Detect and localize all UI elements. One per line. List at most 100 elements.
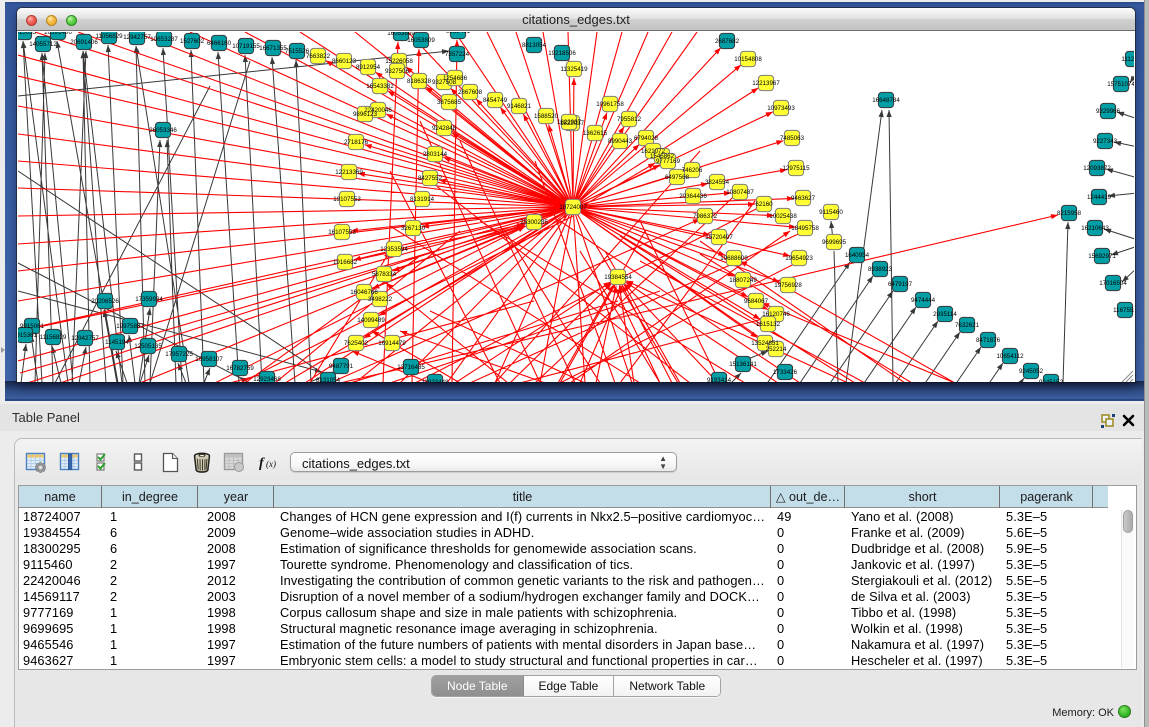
svg-text:8990443: 8990443 xyxy=(608,138,633,145)
svg-text:20691406: 20691406 xyxy=(70,39,98,46)
svg-text:1916682: 1916682 xyxy=(333,259,358,266)
svg-text:1254686: 1254686 xyxy=(443,75,468,82)
svg-text:8215958: 8215958 xyxy=(1057,210,1082,217)
svg-text:20206526: 20206526 xyxy=(91,298,119,305)
svg-text:1733426: 1733426 xyxy=(773,369,798,376)
svg-text:16107553: 16107553 xyxy=(328,229,356,236)
svg-text:10807487: 10807487 xyxy=(726,189,754,196)
svg-text:1615132: 1615132 xyxy=(756,321,781,328)
svg-text:16053809: 16053809 xyxy=(407,37,435,44)
svg-text:9915061: 9915061 xyxy=(20,323,45,330)
svg-text:9327506: 9327506 xyxy=(385,68,410,75)
svg-text:15751074: 15751074 xyxy=(1107,81,1134,88)
svg-text:17359934: 17359934 xyxy=(135,296,163,303)
svg-text:2867608: 2867608 xyxy=(458,89,483,96)
svg-text:12213967: 12213967 xyxy=(752,80,780,87)
svg-text:12505135: 12505135 xyxy=(134,343,162,350)
svg-text:17016504: 17016504 xyxy=(1099,280,1127,287)
svg-text:(x): (x) xyxy=(266,459,276,469)
svg-text:7485063: 7485063 xyxy=(780,135,805,142)
svg-text:6497568: 6497568 xyxy=(665,174,690,181)
svg-text:12093872: 12093872 xyxy=(1083,165,1111,172)
svg-text:9358461: 9358461 xyxy=(446,32,471,35)
svg-text:14055712: 14055712 xyxy=(29,41,57,48)
svg-text:10154808: 10154808 xyxy=(734,56,762,63)
svg-text:746206: 746206 xyxy=(682,167,703,174)
svg-text:20591406: 20591406 xyxy=(44,32,72,36)
svg-text:1112490: 1112490 xyxy=(1121,56,1134,63)
svg-text:252214: 252214 xyxy=(766,346,787,353)
svg-text:9684067: 9684067 xyxy=(744,298,769,305)
svg-text:11156829: 11156829 xyxy=(40,334,67,341)
svg-text:26053346: 26053346 xyxy=(149,127,177,134)
svg-text:9463627: 9463627 xyxy=(791,195,816,202)
svg-text:9487791: 9487791 xyxy=(329,363,354,370)
svg-text:1527602: 1527602 xyxy=(180,38,205,45)
svg-text:9699695: 9699695 xyxy=(822,239,847,246)
svg-text:8938923: 8938923 xyxy=(868,266,893,273)
svg-text:3824554: 3824554 xyxy=(705,179,730,186)
svg-text:19107553: 19107553 xyxy=(333,196,361,203)
svg-text:1244419: 1244419 xyxy=(1087,194,1112,201)
svg-text:25300235: 25300235 xyxy=(520,219,548,226)
svg-text:9896123: 9896123 xyxy=(353,111,378,118)
svg-text:6466160: 6466160 xyxy=(207,40,232,47)
svg-text:13716485: 13716485 xyxy=(397,364,425,371)
svg-text:10653287: 10653287 xyxy=(150,36,178,43)
svg-text:7632621: 7632621 xyxy=(955,322,980,329)
svg-text:10961758: 10961758 xyxy=(596,101,624,108)
svg-text:19218506: 19218506 xyxy=(548,50,576,57)
svg-text:7986372: 7986372 xyxy=(693,213,718,220)
svg-text:16543382: 16543382 xyxy=(366,83,394,90)
svg-text:9227343: 9227343 xyxy=(1093,138,1118,145)
svg-text:5878334: 5878334 xyxy=(372,271,397,278)
svg-text:12942757: 12942757 xyxy=(123,34,151,41)
svg-text:10719155: 10719155 xyxy=(232,43,260,50)
svg-text:10958107: 10958107 xyxy=(195,356,223,363)
svg-text:3875685: 3875685 xyxy=(437,99,462,106)
svg-text:9115460: 9115460 xyxy=(819,209,843,216)
svg-text:16782759: 16782759 xyxy=(226,365,254,372)
svg-text:8660123: 8660123 xyxy=(332,58,357,65)
svg-text:f: f xyxy=(259,456,265,471)
svg-text:7955812: 7955812 xyxy=(617,116,642,123)
svg-text:14099489: 14099489 xyxy=(357,317,385,324)
svg-text:9245152: 9245152 xyxy=(1039,379,1064,382)
svg-text:9329966: 9329966 xyxy=(1096,108,1121,115)
svg-text:2687682: 2687682 xyxy=(715,38,740,45)
svg-text:12975115: 12975115 xyxy=(782,165,810,172)
svg-text:3498222: 3498222 xyxy=(368,296,393,303)
svg-text:8131914: 8131914 xyxy=(410,196,435,203)
svg-text:16914479: 16914479 xyxy=(378,340,406,347)
svg-text:19384554: 19384554 xyxy=(604,274,632,281)
svg-text:16120746: 16120746 xyxy=(762,311,790,318)
svg-text:9474444: 9474444 xyxy=(911,297,936,304)
svg-text:8427552: 8427552 xyxy=(418,175,443,182)
svg-text:19654923: 19654923 xyxy=(785,255,813,262)
svg-text:11325419: 11325419 xyxy=(560,66,588,73)
svg-text:15720407: 15720407 xyxy=(705,234,733,241)
svg-text:8131054: 8131054 xyxy=(316,377,341,382)
svg-text:12942757: 12942757 xyxy=(71,335,99,342)
svg-text:16648784: 16648784 xyxy=(872,97,900,104)
svg-text:10654112: 10654112 xyxy=(996,353,1024,360)
svg-text:2935114: 2935114 xyxy=(933,311,957,318)
svg-text:9777169: 9777169 xyxy=(656,158,681,165)
svg-text:18724007: 18724007 xyxy=(559,204,587,211)
svg-text:62160: 62160 xyxy=(755,201,773,208)
svg-text:12213369: 12213369 xyxy=(335,169,363,176)
svg-text:8454749: 8454749 xyxy=(483,97,508,104)
svg-text:6479197: 6479197 xyxy=(888,281,913,288)
svg-text:9915053: 9915053 xyxy=(18,32,37,36)
svg-text:16210643: 16210643 xyxy=(1081,225,1109,232)
svg-text:2803144: 2803144 xyxy=(423,151,448,158)
svg-text:9193414: 9193414 xyxy=(707,377,732,382)
svg-text:9242848: 9242848 xyxy=(432,125,457,132)
svg-text:19975887: 19975887 xyxy=(116,323,144,330)
svg-text:11056829: 11056829 xyxy=(95,33,123,40)
svg-text:7625402: 7625402 xyxy=(344,340,369,347)
svg-text:1167553: 1167553 xyxy=(1113,307,1134,314)
svg-text:20364436: 20364436 xyxy=(679,193,707,200)
svg-text:8912954: 8912954 xyxy=(356,64,381,71)
svg-text:1588520: 1588520 xyxy=(534,113,559,120)
